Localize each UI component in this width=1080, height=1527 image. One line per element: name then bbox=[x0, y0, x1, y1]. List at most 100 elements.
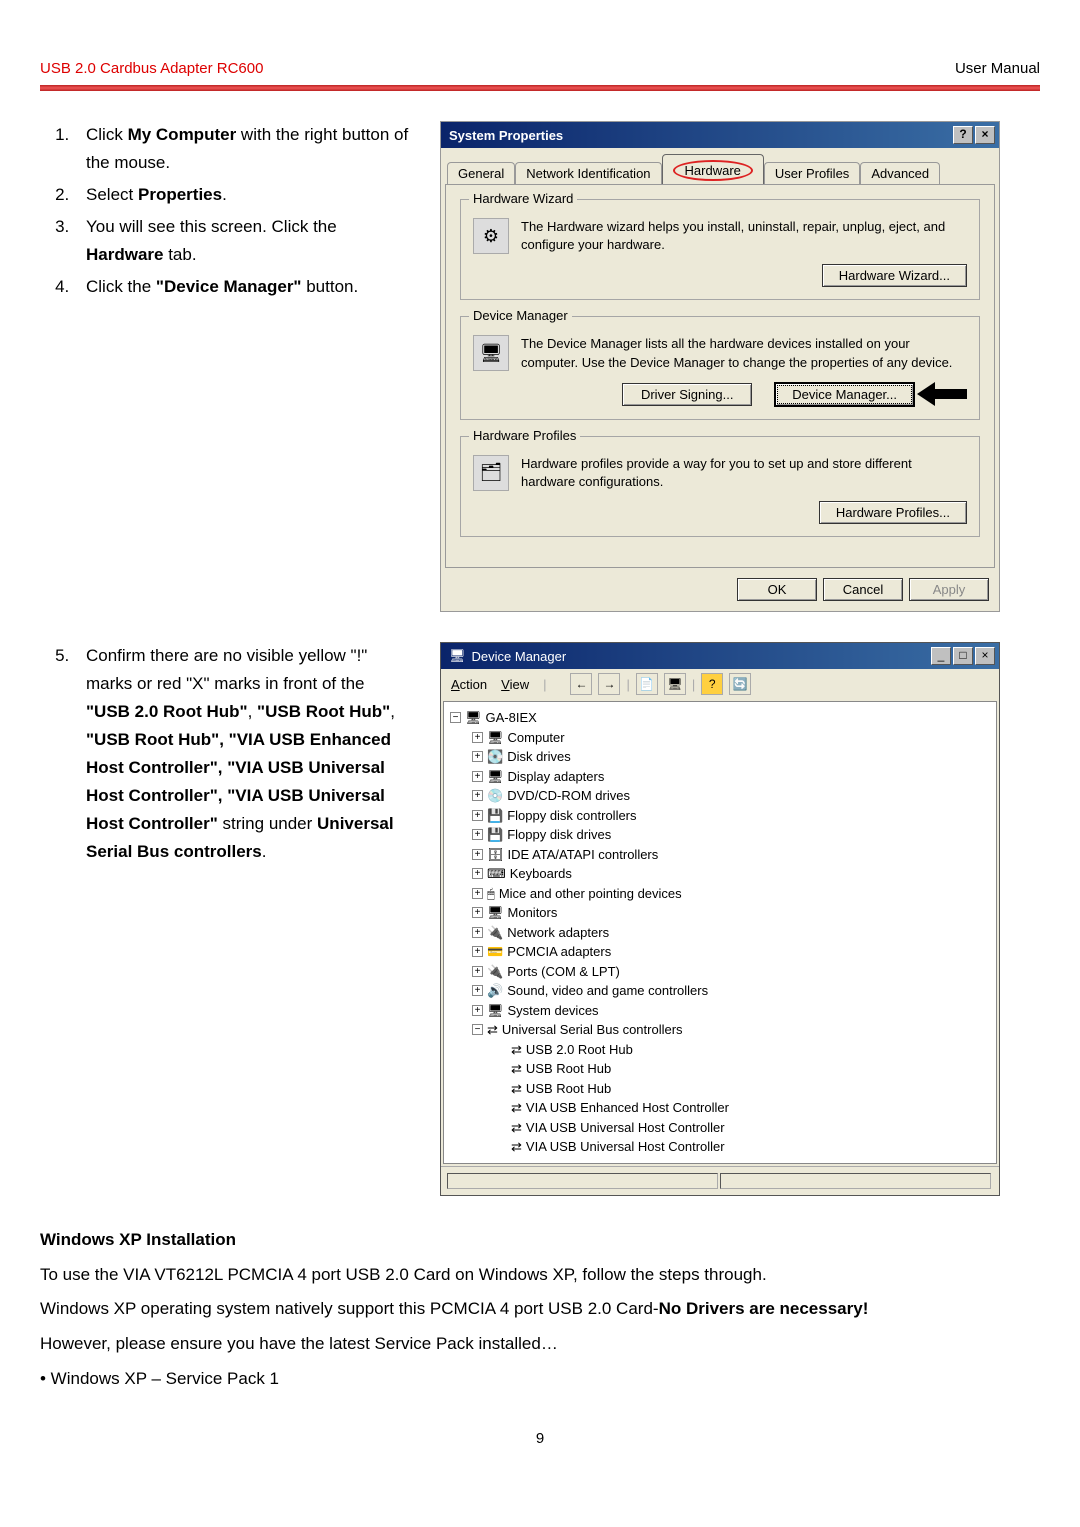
hardware-wizard-icon: ⚙ bbox=[473, 218, 509, 254]
expand-icon[interactable]: + bbox=[472, 985, 483, 996]
system-properties-screenshot: System Properties ? × General Network Id… bbox=[440, 121, 1040, 612]
close-button[interactable]: × bbox=[975, 126, 995, 144]
expand-icon[interactable]: + bbox=[472, 1005, 483, 1016]
usb-device-icon: ⇄ bbox=[511, 1079, 522, 1099]
tree-usb-controllers[interactable]: − ⇄ Universal Serial Bus controllers bbox=[450, 1020, 990, 1040]
device-category-icon: 🔊 bbox=[487, 981, 503, 1001]
expand-icon[interactable]: + bbox=[472, 829, 483, 840]
apply-button[interactable]: Apply bbox=[909, 578, 989, 601]
ok-button[interactable]: OK bbox=[737, 578, 817, 601]
minimize-button[interactable]: _ bbox=[931, 647, 951, 665]
tree-item[interactable]: +🗄IDE ATA/ATAPI controllers bbox=[450, 845, 990, 865]
header-right: User Manual bbox=[955, 60, 1040, 77]
device-manager-button[interactable]: Device Manager... bbox=[774, 382, 915, 407]
expand-icon[interactable]: + bbox=[472, 790, 483, 801]
tree-usb-item[interactable]: ⇄USB 2.0 Root Hub bbox=[450, 1040, 990, 1060]
tree-item[interactable]: +💽Disk drives bbox=[450, 747, 990, 767]
toolbar-properties-icon[interactable]: 📄 bbox=[636, 673, 658, 695]
tree-item[interactable]: + 🔊Sound, video and game controllers bbox=[450, 981, 990, 1001]
tree-usb-item[interactable]: ⇄VIA USB Enhanced Host Controller bbox=[450, 1098, 990, 1118]
tree-item-label: DVD/CD-ROM drives bbox=[507, 786, 630, 806]
step-4: Click the "Device Manager" button. bbox=[74, 273, 410, 301]
tree-usb-item[interactable]: ⇄VIA USB Universal Host Controller bbox=[450, 1118, 990, 1138]
tab-user-profiles[interactable]: User Profiles bbox=[764, 162, 860, 184]
hardware-profiles-button[interactable]: Hardware Profiles... bbox=[819, 501, 967, 524]
tab-hardware[interactable]: Hardware bbox=[662, 154, 764, 184]
expand-icon[interactable]: + bbox=[472, 966, 483, 977]
device-category-icon: 🔌 bbox=[487, 923, 503, 943]
device-category-icon: 🔌 bbox=[487, 962, 503, 982]
menu-view[interactable]: View bbox=[501, 677, 529, 692]
tree-item[interactable]: +💾Floppy disk drives bbox=[450, 825, 990, 845]
toolbar-help-icon[interactable]: ? bbox=[701, 673, 723, 695]
usb-device-icon: ⇄ bbox=[511, 1059, 522, 1079]
step-5: Confirm there are no visible yellow "!" … bbox=[74, 642, 410, 866]
tree-item[interactable]: + 🖱Mice and other pointing devices bbox=[450, 884, 990, 904]
device-category-icon: 💿 bbox=[487, 786, 503, 806]
device-category-icon: 🖱 bbox=[487, 884, 495, 904]
tab-advanced[interactable]: Advanced bbox=[860, 162, 940, 184]
expand-icon[interactable]: + bbox=[472, 810, 483, 821]
row-step5-devmgr: Confirm there are no visible yellow "!" … bbox=[40, 642, 1040, 1196]
device-manager-text: The Device Manager lists all the hardwar… bbox=[521, 335, 967, 371]
menu-action[interactable]: Action bbox=[451, 677, 487, 692]
tree-item[interactable]: +🔌Network adapters bbox=[450, 923, 990, 943]
tree-item-label: System devices bbox=[508, 1001, 599, 1021]
tree-usb-item[interactable]: ⇄USB Root Hub bbox=[450, 1079, 990, 1099]
expand-icon[interactable]: + bbox=[472, 849, 483, 860]
tree-item-label: Mice and other pointing devices bbox=[499, 884, 682, 904]
expand-icon[interactable]: + bbox=[472, 907, 483, 918]
system-properties-dialog: System Properties ? × General Network Id… bbox=[440, 121, 1000, 612]
expand-icon[interactable]: + bbox=[472, 946, 483, 957]
dm-title-icon: 🖥 bbox=[449, 648, 466, 664]
tab-general[interactable]: General bbox=[447, 162, 515, 184]
xp-p3: However, please ensure you have the late… bbox=[40, 1330, 1040, 1359]
tree-item[interactable]: +💳PCMCIA adapters bbox=[450, 942, 990, 962]
expand-icon[interactable]: + bbox=[472, 771, 483, 782]
tree-item[interactable]: +🖥Display adapters bbox=[450, 767, 990, 787]
help-button[interactable]: ? bbox=[953, 126, 973, 144]
toolbar-refresh-icon[interactable]: 🔄 bbox=[729, 673, 751, 695]
computer-icon: 🖥 bbox=[465, 708, 482, 728]
expand-icon[interactable]: + bbox=[472, 927, 483, 938]
maximize-button[interactable]: □ bbox=[953, 647, 973, 665]
device-category-icon: 💾 bbox=[487, 806, 503, 826]
toolbar-monitor-icon[interactable]: 🖥 bbox=[664, 673, 686, 695]
tree-item[interactable]: +🖥System devices bbox=[450, 1001, 990, 1021]
tree-item[interactable]: +💾Floppy disk controllers bbox=[450, 806, 990, 826]
usb-device-icon: ⇄ bbox=[511, 1118, 522, 1138]
collapse-icon[interactable]: − bbox=[472, 1024, 483, 1035]
expand-icon[interactable]: + bbox=[472, 868, 483, 879]
tree-root[interactable]: − 🖥 GA-8IEX bbox=[450, 708, 990, 728]
tree-usb-item[interactable]: ⇄USB Root Hub bbox=[450, 1059, 990, 1079]
tree-item[interactable]: +🔌Ports (COM & LPT) bbox=[450, 962, 990, 982]
dm-titlebar: 🖥 Device Manager _ □ × bbox=[441, 643, 999, 669]
toolbar-back-icon[interactable]: ← bbox=[570, 673, 592, 695]
usb-device-icon: ⇄ bbox=[511, 1040, 522, 1060]
expand-icon[interactable]: + bbox=[472, 888, 483, 899]
tree-item[interactable]: +⌨Keyboards bbox=[450, 864, 990, 884]
close-button[interactable]: × bbox=[975, 647, 995, 665]
dm-window-buttons: _ □ × bbox=[931, 647, 995, 665]
tree-item-label: IDE ATA/ATAPI controllers bbox=[508, 845, 659, 865]
tree-item[interactable]: +🖥Monitors bbox=[450, 903, 990, 923]
device-category-icon: 🖥 bbox=[487, 728, 504, 748]
cancel-button[interactable]: Cancel bbox=[823, 578, 903, 601]
device-category-icon: 💳 bbox=[487, 942, 503, 962]
toolbar-forward-icon[interactable]: → bbox=[598, 673, 620, 695]
collapse-icon[interactable]: − bbox=[450, 712, 461, 723]
expand-icon[interactable]: + bbox=[472, 751, 483, 762]
tree-item[interactable]: +🖥Computer bbox=[450, 728, 990, 748]
group-title-hw-profiles: Hardware Profiles bbox=[469, 428, 580, 443]
tree-item[interactable]: + 💿DVD/CD-ROM drives bbox=[450, 786, 990, 806]
dm-menubar: Action View | ← → | 📄 🖥 | ? 🔄 bbox=[441, 669, 999, 699]
tree-usb-item[interactable]: ⇄VIA USB Universal Host Controller bbox=[450, 1137, 990, 1157]
tree-usb-label: USB Root Hub bbox=[526, 1059, 611, 1079]
tab-network-id[interactable]: Network Identification bbox=[515, 162, 661, 184]
tree-item-label: Sound, video and game controllers bbox=[507, 981, 708, 1001]
expand-icon[interactable]: + bbox=[472, 732, 483, 743]
driver-signing-button[interactable]: Driver Signing... bbox=[622, 383, 752, 406]
hardware-wizard-button[interactable]: Hardware Wizard... bbox=[822, 264, 967, 287]
titlebar-buttons: ? × bbox=[953, 126, 995, 144]
titlebar: System Properties ? × bbox=[441, 122, 999, 148]
